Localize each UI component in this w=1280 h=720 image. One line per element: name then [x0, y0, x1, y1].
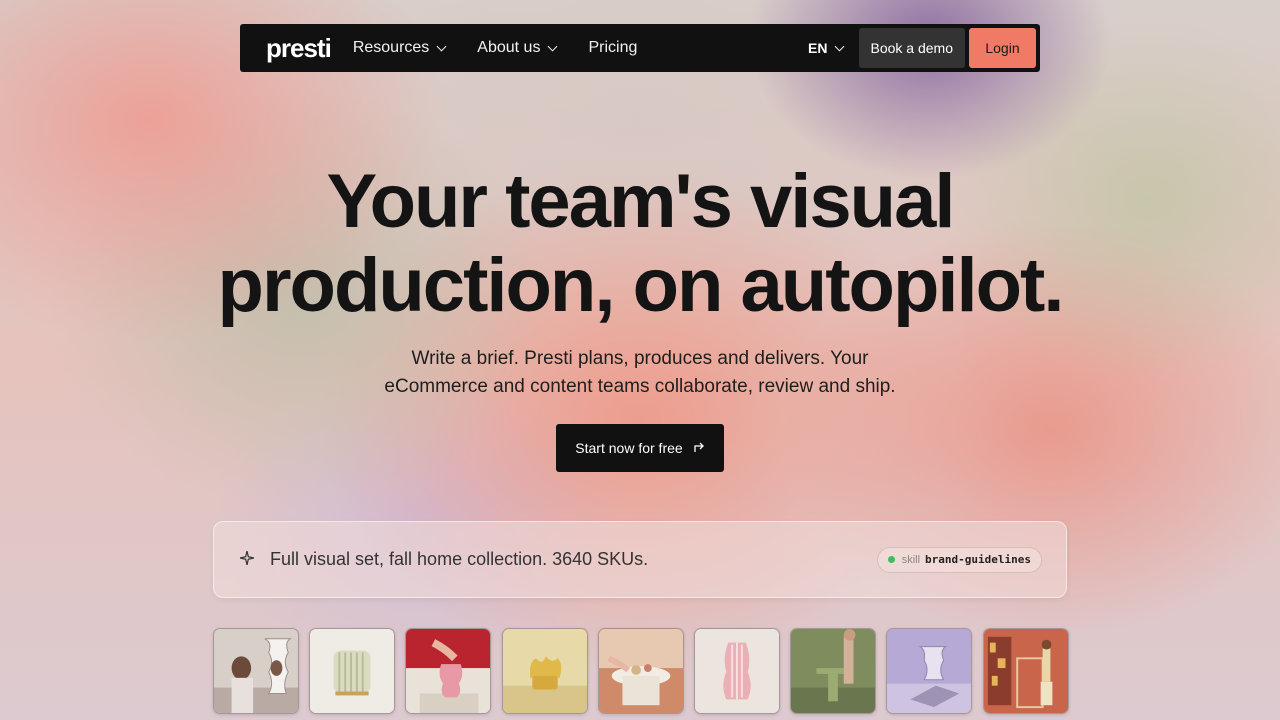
thumbnail-wavy-mirror[interactable] — [886, 628, 973, 714]
thumbnail-pink-vase[interactable] — [693, 628, 780, 714]
nav-item-resources[interactable]: Resources — [352, 39, 447, 57]
hero-subtitle: Write a brief. Presti plans, produces an… — [0, 345, 1280, 401]
language-selector[interactable]: EN — [808, 40, 844, 56]
chevron-down-icon — [436, 41, 447, 51]
thumbnail-hand-vase[interactable] — [405, 628, 492, 714]
language-label: EN — [808, 40, 828, 56]
arrow-up-right-icon — [693, 441, 705, 456]
thumbnail-strip — [213, 628, 1079, 714]
sparkle-icon — [239, 550, 255, 569]
thumbnail-bookshelf-person[interactable] — [982, 628, 1069, 714]
nav-item-label: Pricing — [588, 39, 638, 56]
book-demo-button[interactable]: Book a demo — [858, 28, 965, 68]
thumbnail-green-table[interactable] — [790, 628, 877, 714]
brief-prompt-box[interactable]: Full visual set, fall home collection. 3… — [213, 521, 1067, 598]
hero-subtitle-line-2: eCommerce and content teams collaborate,… — [384, 376, 896, 397]
hero-title: Your team's visual production, on autopi… — [0, 160, 1280, 328]
thumbnail-yellow-chair[interactable] — [501, 628, 588, 714]
presti-logo[interactable]: presti — [266, 35, 332, 61]
top-navigation: presti Resources About us Pricing EN Boo… — [240, 24, 1040, 72]
nav-item-label: About us — [477, 39, 541, 56]
nav-item-about-us[interactable]: About us — [477, 39, 558, 57]
skill-value: brand-guidelines — [925, 553, 1031, 566]
brief-text: Full visual set, fall home collection. 3… — [270, 549, 649, 569]
thumbnail-round-table[interactable] — [597, 628, 684, 714]
hero-title-line-2: production, on autopilot. — [217, 243, 1065, 328]
skill-badge[interactable]: skill brand-guidelines — [876, 546, 1042, 573]
hero-subtitle-line-1: Write a brief. Presti plans, produces an… — [411, 348, 869, 369]
chevron-down-icon — [834, 41, 844, 51]
login-button[interactable]: Login — [969, 28, 1036, 68]
thumbnail-women-mirror[interactable] — [213, 628, 299, 714]
thumbnail-striped-stool[interactable] — [309, 628, 396, 714]
start-free-button[interactable]: Start now for free — [556, 424, 724, 472]
nav-item-pricing[interactable]: Pricing — [588, 39, 637, 57]
cta-label: Start now for free — [575, 440, 683, 456]
chevron-down-icon — [548, 41, 558, 51]
skill-label: skill — [901, 553, 921, 566]
hero-title-line-1: Your team's visual — [326, 159, 956, 244]
nav-item-label: Resources — [352, 39, 430, 56]
status-dot-icon — [887, 556, 895, 563]
